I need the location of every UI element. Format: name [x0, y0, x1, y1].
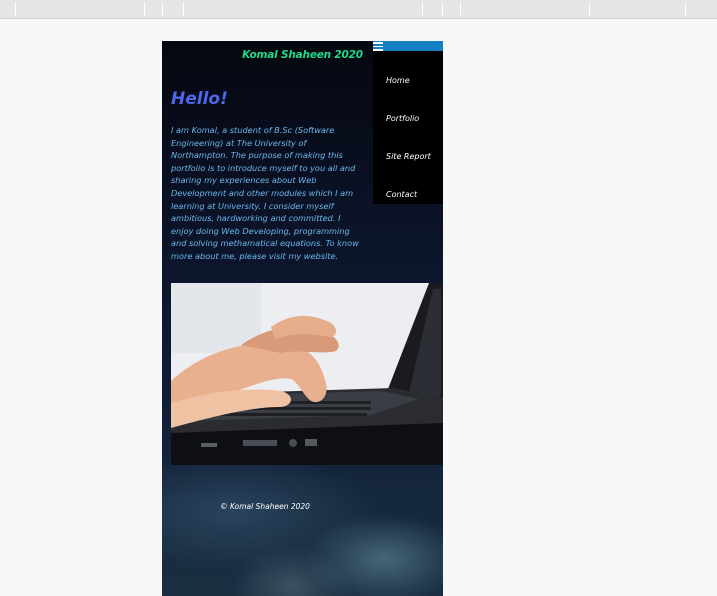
footer-copyright: © Komal Shaheen 2020 [220, 502, 310, 511]
ruler-tick [144, 2, 145, 16]
ruler-tick [685, 2, 686, 16]
ruler-tick [183, 2, 184, 16]
top-ruler [0, 0, 717, 19]
mobile-viewport: Komal Shaheen 2020 Home Portfolio Site R… [162, 41, 443, 596]
ruler-tick [422, 2, 423, 16]
ruler-tick [460, 2, 461, 16]
ruler-tick [162, 2, 163, 16]
greeting-heading: Hello! [171, 89, 228, 109]
nav-item-site-report[interactable]: Site Report [386, 152, 431, 161]
laptop-typing-photo [171, 283, 443, 465]
nav-menu: Home Portfolio Site Report Contact [373, 51, 443, 204]
nav-item-home[interactable]: Home [386, 76, 410, 85]
ruler-tick [589, 2, 590, 16]
menu-toggle-button[interactable] [373, 41, 443, 51]
nav-item-portfolio[interactable]: Portfolio [386, 114, 419, 123]
nav-item-contact[interactable]: Contact [386, 190, 417, 199]
ruler-tick [442, 2, 443, 16]
intro-paragraph: I am Komal, a student of B.Sc (Software … [171, 125, 359, 261]
laptop-illustration [171, 283, 443, 465]
ruler-tick [15, 2, 16, 16]
